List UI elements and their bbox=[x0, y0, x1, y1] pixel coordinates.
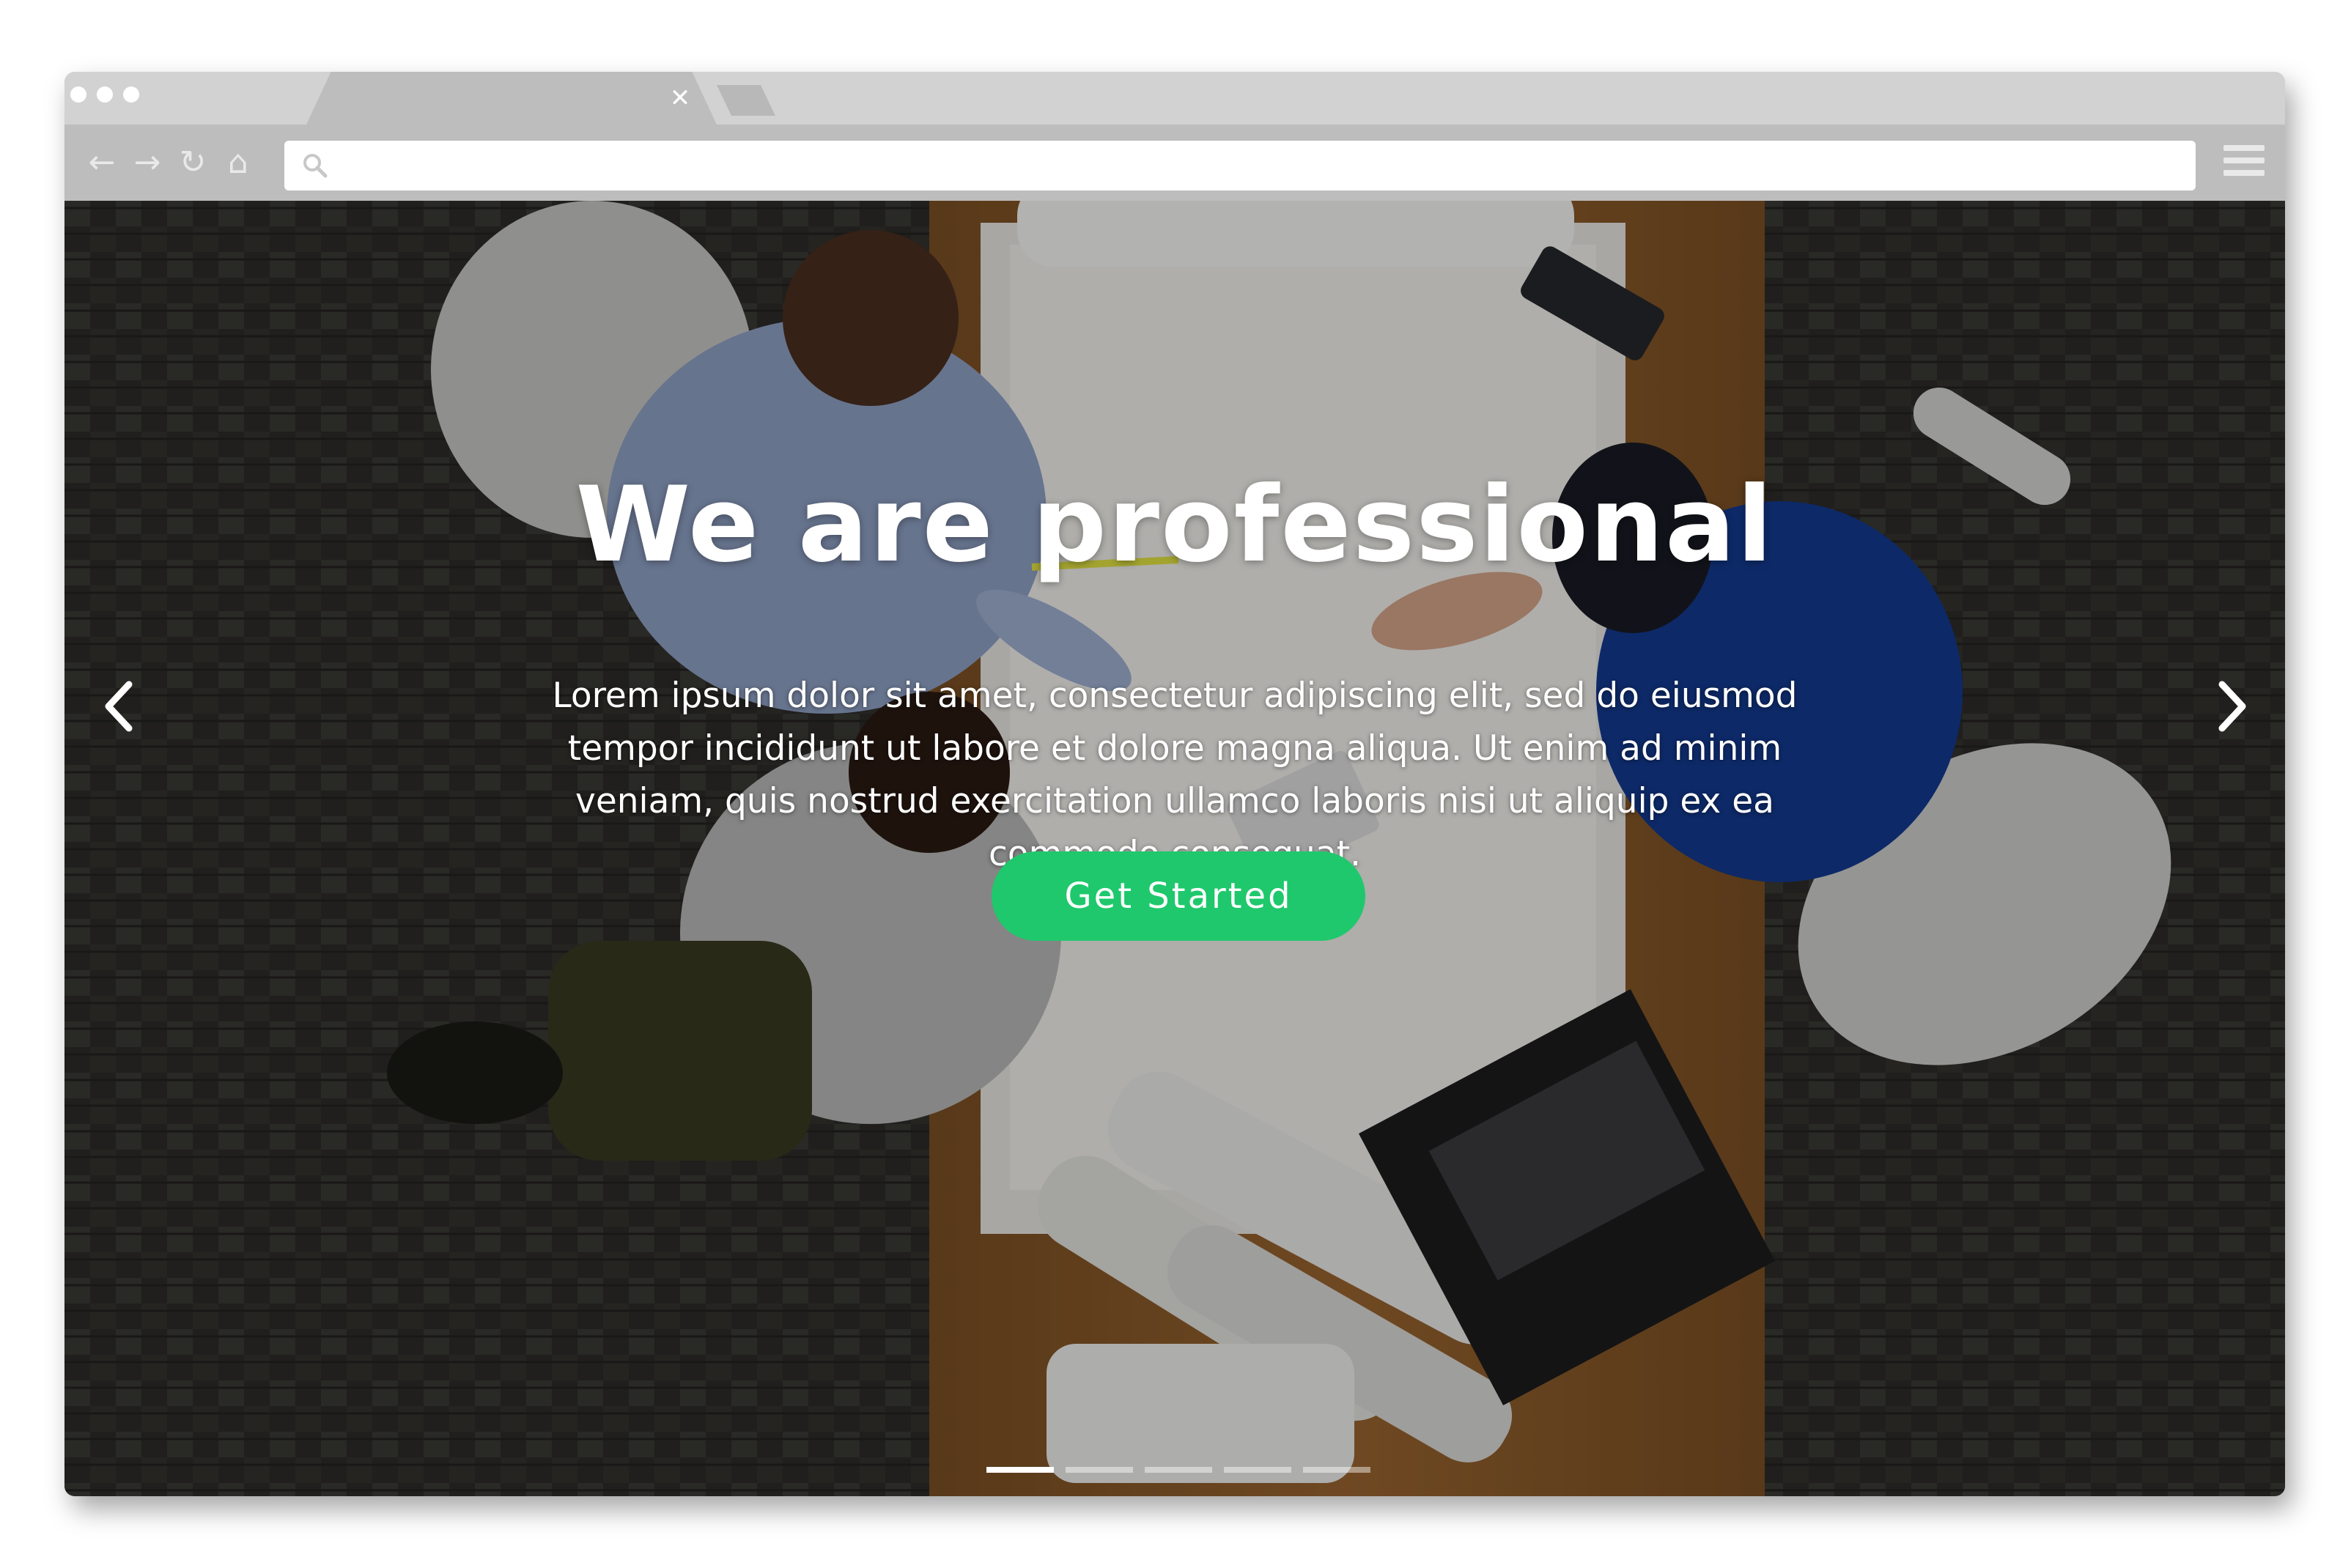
window-minimize-dot[interactable] bbox=[97, 86, 113, 103]
address-input[interactable] bbox=[343, 141, 2181, 192]
hero-slider: We are professional Lorem ipsum dolor si… bbox=[64, 201, 2285, 1496]
search-icon bbox=[303, 154, 328, 178]
close-icon[interactable]: ✕ bbox=[665, 84, 695, 113]
address-bar[interactable] bbox=[284, 141, 2196, 192]
slide-indicator-4[interactable] bbox=[1224, 1467, 1291, 1473]
chevron-left-icon[interactable] bbox=[86, 662, 152, 750]
hero-paragraph: Lorem ipsum dolor sit amet, consectetur … bbox=[552, 676, 1798, 874]
browser-toolbar: ← → ↻ ⌂ bbox=[64, 125, 2285, 201]
slide-indicator-3[interactable] bbox=[1145, 1467, 1212, 1473]
slide-indicator-2[interactable] bbox=[1066, 1467, 1133, 1473]
browser-tab[interactable] bbox=[306, 72, 717, 125]
chevron-right-icon[interactable] bbox=[2199, 662, 2265, 750]
slide-indicator-5[interactable] bbox=[1303, 1467, 1370, 1473]
window-close-dot[interactable] bbox=[70, 86, 86, 103]
tab-strip: ✕ bbox=[64, 72, 2285, 125]
slide-indicator-1[interactable] bbox=[986, 1467, 1054, 1473]
browser-window: ✕ ← → ↻ ⌂ We are professional Lorem ipsu… bbox=[64, 72, 2285, 1496]
reload-icon[interactable]: ↻ bbox=[173, 141, 213, 185]
arrow-right-icon[interactable]: → bbox=[128, 141, 167, 185]
hamburger-menu-icon[interactable] bbox=[2223, 145, 2265, 182]
arrow-left-icon[interactable]: ← bbox=[82, 141, 122, 185]
home-icon[interactable]: ⌂ bbox=[218, 141, 258, 185]
window-maximize-dot[interactable] bbox=[123, 86, 139, 103]
hero-title: We are professional bbox=[575, 465, 1774, 585]
new-tab-button[interactable] bbox=[717, 85, 775, 116]
get-started-button[interactable]: Get Started bbox=[992, 851, 1365, 941]
